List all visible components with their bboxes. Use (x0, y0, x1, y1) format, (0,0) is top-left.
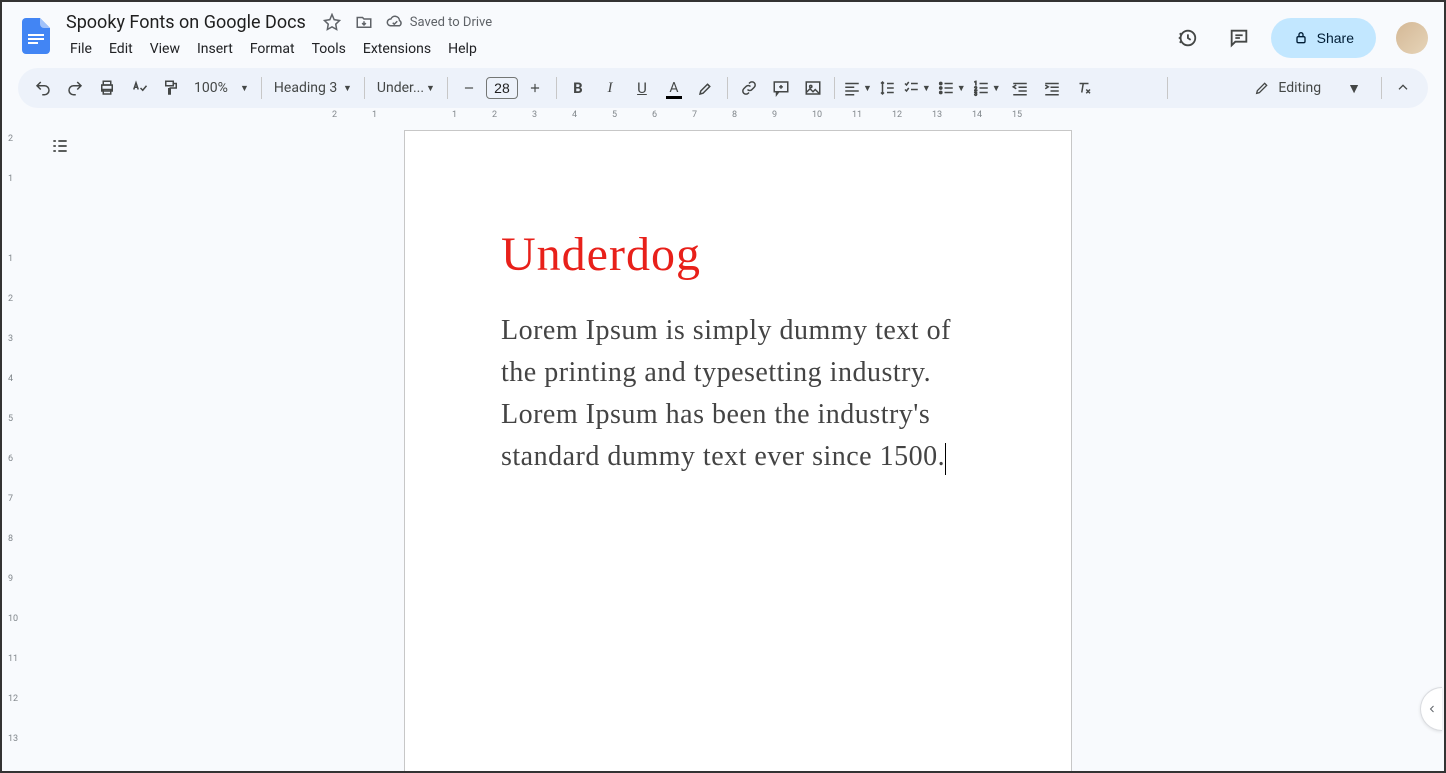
chevron-down-icon: ▼ (1347, 80, 1361, 97)
spellcheck-button[interactable] (124, 73, 154, 103)
font-size-input[interactable] (486, 77, 518, 99)
star-icon[interactable] (322, 12, 342, 32)
share-label: Share (1317, 30, 1354, 46)
svg-text:3: 3 (974, 92, 977, 98)
collapse-toolbar-button[interactable] (1388, 73, 1418, 103)
outline-toggle-icon[interactable] (46, 132, 74, 160)
print-button[interactable] (92, 73, 122, 103)
bold-button[interactable]: B (563, 73, 593, 103)
chevron-down-icon: ▼ (863, 83, 872, 94)
comments-icon[interactable] (1219, 18, 1259, 58)
avatar[interactable] (1396, 22, 1428, 54)
editing-mode-label: Editing (1278, 80, 1321, 96)
highlight-button[interactable] (691, 73, 721, 103)
share-button[interactable]: Share (1271, 18, 1376, 58)
menu-edit[interactable]: Edit (101, 37, 141, 61)
menu-view[interactable]: View (142, 37, 188, 61)
paragraph-style-value: Heading 3 (274, 80, 337, 96)
vertical-ruler[interactable]: 2112345678910111213 (2, 124, 32, 771)
paragraph-style-dropdown[interactable]: Heading 3 ▼ (268, 73, 358, 103)
menu-file[interactable]: File (62, 37, 100, 61)
body-text[interactable]: Lorem Ipsum is simply dummy text of the … (501, 310, 975, 478)
insert-link-button[interactable] (734, 73, 764, 103)
editing-mode-dropdown[interactable]: Editing ▼ (1240, 73, 1375, 103)
checklist-dropdown[interactable]: ▼ (900, 73, 933, 103)
paint-format-button[interactable] (156, 73, 186, 103)
bullet-list-dropdown[interactable]: ▼ (935, 73, 968, 103)
redo-button[interactable] (60, 73, 90, 103)
toolbar: 100% ▼ Heading 3 ▼ Under... ▼ B I U (18, 68, 1428, 108)
decrease-indent-button[interactable] (1005, 73, 1035, 103)
italic-button[interactable]: I (595, 73, 625, 103)
move-icon[interactable] (354, 12, 374, 32)
menu-bar: File Edit View Insert Format Tools Exten… (62, 36, 1159, 62)
text-cursor (945, 443, 946, 475)
chevron-down-icon: ▼ (240, 83, 249, 94)
title-bar: Spooky Fonts on Google Docs Saved to Dri… (2, 2, 1444, 62)
chevron-down-icon: ▼ (426, 83, 435, 94)
zoom-value: 100% (194, 80, 238, 96)
document-title[interactable]: Spooky Fonts on Google Docs (62, 12, 310, 33)
underline-button[interactable]: U (627, 73, 657, 103)
numbered-list-dropdown[interactable]: 123 ▼ (970, 73, 1003, 103)
horizontal-ruler[interactable]: 21123456789101112131415 (32, 108, 1444, 124)
align-dropdown[interactable]: ▼ (841, 73, 874, 103)
heading-text[interactable]: Underdog (501, 227, 975, 282)
document-scroll-area[interactable]: Underdog Lorem Ipsum is simply dummy tex… (32, 124, 1444, 771)
zoom-dropdown[interactable]: 100% ▼ (188, 73, 255, 103)
decrease-font-size-button[interactable] (454, 73, 484, 103)
menu-insert[interactable]: Insert (189, 37, 241, 61)
menu-extensions[interactable]: Extensions (355, 37, 439, 61)
font-value: Under... (377, 80, 424, 96)
docs-logo[interactable] (18, 10, 54, 58)
increase-indent-button[interactable] (1037, 73, 1067, 103)
save-status[interactable]: Saved to Drive (386, 13, 492, 31)
menu-format[interactable]: Format (242, 37, 303, 61)
insert-comment-button[interactable] (766, 73, 796, 103)
history-icon[interactable] (1167, 18, 1207, 58)
line-spacing-dropdown[interactable] (876, 73, 898, 103)
chevron-down-icon: ▼ (957, 83, 966, 94)
chevron-down-icon: ▼ (343, 83, 352, 94)
insert-image-button[interactable] (798, 73, 828, 103)
clear-formatting-button[interactable] (1069, 73, 1099, 103)
chevron-down-icon: ▼ (992, 83, 1001, 94)
increase-font-size-button[interactable] (520, 73, 550, 103)
menu-help[interactable]: Help (440, 37, 485, 61)
chevron-down-icon: ▼ (922, 83, 931, 94)
menu-tools[interactable]: Tools (304, 37, 354, 61)
document-page[interactable]: Underdog Lorem Ipsum is simply dummy tex… (404, 130, 1072, 771)
font-dropdown[interactable]: Under... ▼ (371, 73, 441, 103)
text-color-button[interactable]: A (659, 73, 689, 103)
save-status-text: Saved to Drive (410, 15, 492, 30)
undo-button[interactable] (28, 73, 58, 103)
